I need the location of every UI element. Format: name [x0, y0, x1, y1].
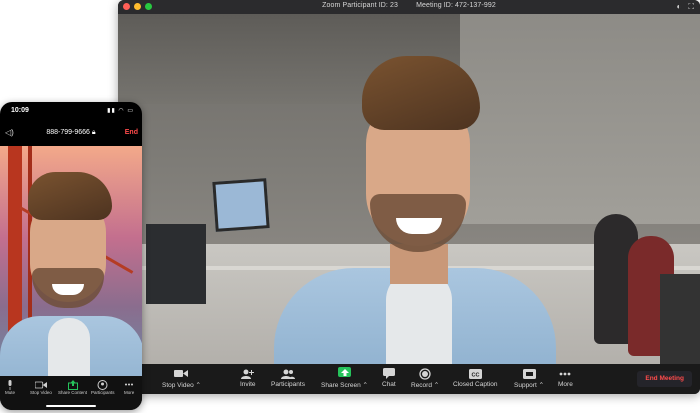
- phone-number: 888-799-9666 🔒︎: [46, 129, 96, 136]
- support-label: Support ⌃: [514, 382, 545, 389]
- phone-stop-video-label: Stop Video: [30, 390, 52, 395]
- phone-mute-button[interactable]: Mute: [5, 379, 15, 395]
- more-button[interactable]: More: [558, 367, 573, 388]
- participants-label: Participants: [271, 381, 305, 388]
- phone-more-label: More: [124, 390, 135, 395]
- share-screen-icon: [338, 367, 351, 377]
- more-dots-icon: [124, 379, 134, 390]
- chat-label: Chat: [382, 381, 396, 388]
- host-video-person: [274, 54, 556, 364]
- phone-participants-button[interactable]: Participants: [91, 379, 115, 395]
- more-dots-icon: [559, 367, 571, 380]
- title-right-icons: ◐ ⛶: [677, 2, 694, 12]
- phone-video-feed: [0, 146, 142, 376]
- svg-text:CC: CC: [471, 372, 479, 378]
- dark-mode-icon[interactable]: ◐: [677, 2, 682, 12]
- video-camera-icon: [174, 367, 189, 380]
- stop-video-label: Stop Video ⌃: [162, 382, 201, 389]
- support-button[interactable]: Support ⌃: [514, 367, 544, 389]
- mobile-phone-view: 10:09 ▮▮ ◠ ▭ ◁) 888-799-9666 🔒︎ End Mute: [0, 102, 142, 410]
- phone-more-button[interactable]: More: [124, 379, 134, 395]
- record-icon: [419, 367, 431, 380]
- lock-icon: 🔒︎: [91, 129, 96, 136]
- invite-label: Invite: [240, 381, 256, 388]
- participant-id-label: Zoom Participant ID: 23: [322, 2, 398, 9]
- share-screen-button[interactable]: Share Screen ⌃: [321, 367, 368, 389]
- background-monitor: [212, 178, 270, 232]
- closed-caption-icon: CC: [468, 367, 482, 380]
- record-label: Record ⌃: [411, 382, 440, 389]
- phone-share-content-label: Share Content: [58, 390, 88, 395]
- share-content-icon: [67, 379, 78, 390]
- record-button[interactable]: Record ⌃: [411, 367, 439, 389]
- chat-icon: [382, 367, 395, 380]
- main-video-feed: [118, 14, 700, 364]
- phone-share-content-button[interactable]: Share Content: [58, 379, 87, 395]
- phone-status-bar: 10:09 ▮▮ ◠ ▭: [0, 102, 142, 120]
- phone-host-person: [0, 172, 142, 376]
- phone-end-button[interactable]: End: [125, 129, 138, 136]
- home-indicator[interactable]: [46, 405, 96, 407]
- background-monitor-dark: [146, 224, 206, 304]
- microphone-icon: [7, 379, 13, 390]
- title-bar: Zoom Participant ID: 23 Meeting ID: 472-…: [118, 0, 700, 14]
- fullscreen-icon[interactable]: ⛶: [688, 2, 694, 12]
- phone-mute-label: Mute: [5, 390, 16, 395]
- more-label: More: [558, 381, 573, 388]
- chat-button[interactable]: Chat: [382, 367, 396, 388]
- window-title: Zoom Participant ID: 23 Meeting ID: 472-…: [118, 2, 700, 9]
- add-person-icon: [241, 367, 255, 380]
- status-time: 10:09: [11, 107, 29, 114]
- phone-toolbar: Mute Stop Video Share Content Participan…: [0, 376, 142, 410]
- desktop-meeting-window: Zoom Participant ID: 23 Meeting ID: 472-…: [118, 0, 700, 394]
- meeting-toolbar: Stop Video ⌃ Invite Participants Share S…: [118, 364, 700, 394]
- invite-button[interactable]: Invite: [240, 367, 256, 388]
- end-meeting-button[interactable]: End Meeting: [637, 371, 692, 387]
- participants-button[interactable]: Participants: [271, 367, 305, 388]
- participants-icon: [97, 379, 108, 390]
- closed-caption-label: Closed Caption: [453, 381, 498, 388]
- meeting-id-label: Meeting ID: 472-137-992: [416, 2, 496, 9]
- video-camera-icon: [34, 379, 47, 390]
- signal-wifi-battery-icon: ▮▮ ◠ ▭: [107, 108, 134, 114]
- phone-call-header: ◁) 888-799-9666 🔒︎ End: [0, 126, 142, 142]
- support-icon: [522, 367, 536, 380]
- phone-participants-label: Participants: [91, 390, 115, 395]
- phone-stop-video-button[interactable]: Stop Video: [30, 379, 52, 395]
- stop-video-button[interactable]: Stop Video ⌃: [162, 367, 201, 389]
- share-screen-label: Share Screen ⌃: [321, 382, 369, 389]
- background-chair: [660, 274, 700, 364]
- closed-caption-button[interactable]: CC Closed Caption: [453, 367, 497, 388]
- participants-icon: [280, 367, 295, 380]
